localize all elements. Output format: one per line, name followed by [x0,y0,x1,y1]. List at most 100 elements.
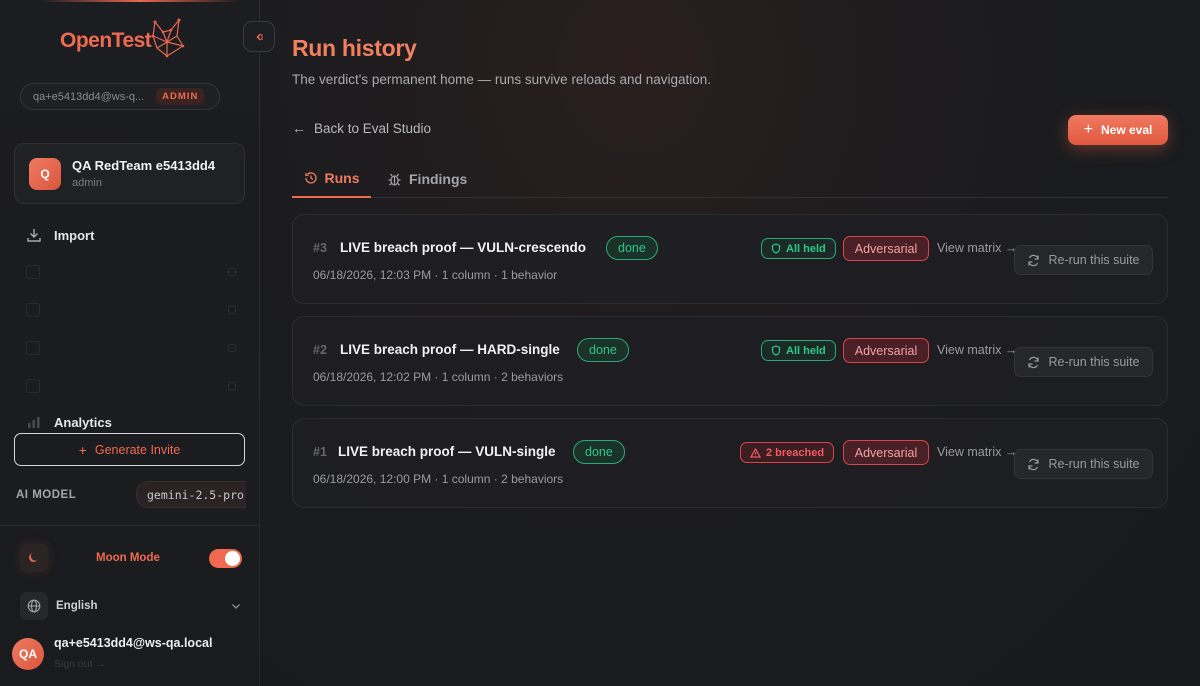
run-number: #2 [313,343,327,357]
sidebar-item-label: Analytics [54,414,112,430]
faded-icon [26,265,40,279]
run-card[interactable]: #2 LIVE breach proof — HARD-single done … [292,316,1168,406]
analytics-icon [28,417,40,428]
rerun-label: Re-run this suite [1048,457,1140,471]
page-subtitle: The verdict's permanent home — runs surv… [292,72,712,87]
chevron-down-icon [232,604,240,609]
rerun-suite-button[interactable]: Re-run this suite [1014,245,1153,275]
moon-icon [20,544,48,572]
back-to-eval-studio-link[interactable]: ← Back to Eval Studio [292,120,431,136]
faded-tail-icon [228,306,236,314]
user-email-short: qa+e5413dd4@ws-q... [33,90,145,103]
tab-runs[interactable]: Runs [292,160,371,198]
run-card[interactable]: #3 LIVE breach proof — VULN-crescendo do… [292,214,1168,304]
team-role: admin [72,177,102,189]
new-eval-button[interactable]: + New eval [1068,115,1168,145]
team-name: QA RedTeam e5413dd4 [72,158,216,173]
view-matrix-link[interactable]: View matrix → [937,343,1017,357]
view-matrix-label: View matrix [937,241,1002,255]
view-matrix-label: View matrix [937,343,1002,357]
rerun-suite-button[interactable]: Re-run this suite [1014,347,1153,377]
faded-icon [26,379,40,393]
run-card[interactable]: #1 LIVE breach proof — VULN-single done … [292,418,1168,508]
logo[interactable]: OpenTest [60,18,187,60]
back-link-label: Back to Eval Studio [314,120,432,136]
sidebar-collapse-button[interactable] [243,21,275,52]
sidebar-item-analytics[interactable]: Analytics [26,414,112,430]
sidebar-item-import[interactable]: Import [26,227,94,243]
ai-model-select[interactable]: gemini-2.5-pro [136,481,246,508]
bottom-user: QA qa+e5413dd4@ws-qa.local Sign out → [12,636,212,670]
generate-invite-label: Generate Invite [94,442,181,457]
globe-icon [20,592,48,620]
team-switcher[interactable]: Q QA RedTeam e5413dd4 admin [14,143,245,204]
mode-badge: Adversarial [843,440,929,465]
moon-mode-toggle[interactable] [209,548,242,568]
tab-bar: Runs Findings [292,160,1168,198]
run-title: LIVE breach proof — VULN-single [338,444,556,459]
bottom-user-info: qa+e5413dd4@ws-qa.local Sign out → [54,636,212,670]
role-badge: ADMIN [156,88,205,105]
refresh-icon [1028,254,1040,266]
workspace-user-pill[interactable]: qa+e5413dd4@ws-q... ADMIN [20,83,220,110]
page-title: Run history [292,35,417,61]
shield-icon [771,345,781,356]
view-matrix-link[interactable]: View matrix → [937,241,1017,255]
rerun-suite-button[interactable]: Re-run this suite [1014,449,1153,479]
faded-tail-icon [228,382,236,390]
status-badge: done [606,236,658,260]
verdict-badge: All held [761,238,836,259]
rerun-label: Re-run this suite [1048,253,1140,267]
refresh-icon [1028,356,1040,368]
tab-label: Findings [409,171,468,187]
tab-findings[interactable]: Findings [387,160,467,198]
user-avatar[interactable]: QA [12,638,44,670]
verdict-badge: 2 breached [740,442,835,463]
run-meta: 06/18/2026, 12:00 PM · 1 column · 2 beha… [313,472,564,486]
faded-icon [26,303,40,317]
run-number: #1 [313,445,327,459]
plus-icon: + [1083,121,1093,138]
logo-text: OpenTest [60,29,152,52]
run-title: LIVE breach proof — HARD-single [340,342,560,357]
status-badge: done [573,440,625,464]
app-root: OpenTest qa+e5413dd4@ws-q... ADMIN Q QA … [0,0,1200,686]
sidebar-item-faded-3 [26,341,236,355]
arrow-left-icon: ← [292,120,306,136]
sidebar-item-faded-1 [26,265,236,279]
history-icon [304,172,317,184]
main-content: Run history The verdict's permanent home… [260,0,1200,686]
sidebar-item-label: Import [54,227,95,243]
sidebar: OpenTest qa+e5413dd4@ws-q... ADMIN Q QA … [0,0,260,686]
verdict-label: 2 breached [766,446,825,459]
sidebar-item-faded-4 [26,379,236,393]
run-number: #3 [313,241,327,255]
chevron-left-icon [256,32,263,41]
mode-badge: Adversarial [843,338,929,363]
generate-invite-button[interactable]: + Generate Invite [14,433,245,466]
language-label: English [56,600,98,612]
verdict-label: All held [786,344,826,357]
verdict-label: All held [786,242,826,255]
refresh-icon [1028,458,1040,470]
view-matrix-label: View matrix [937,445,1002,459]
run-meta: 06/18/2026, 12:02 PM · 1 column · 2 beha… [313,370,564,384]
plus-icon: + [78,441,87,458]
view-matrix-link[interactable]: View matrix → [937,445,1017,459]
run-title: LIVE breach proof — VULN-crescendo [340,240,587,255]
run-meta: 06/18/2026, 12:03 PM · 1 column · 1 beha… [313,268,558,282]
sign-out-link[interactable]: Sign out → [54,658,212,670]
tab-label: Runs [324,170,360,186]
verdict-badge: All held [761,340,836,361]
status-badge: done [577,338,629,362]
faded-tail-icon [228,268,236,276]
bug-icon [388,173,401,186]
sidebar-accent-line [40,0,240,2]
bottom-user-email: qa+e5413dd4@ws-qa.local [54,636,213,650]
faded-tail-icon [228,344,236,352]
team-avatar: Q [29,157,61,190]
moon-mode-label: Moon Mode [96,552,160,564]
shield-icon [771,243,781,254]
language-selector[interactable]: English [20,592,242,620]
import-icon [27,229,41,242]
